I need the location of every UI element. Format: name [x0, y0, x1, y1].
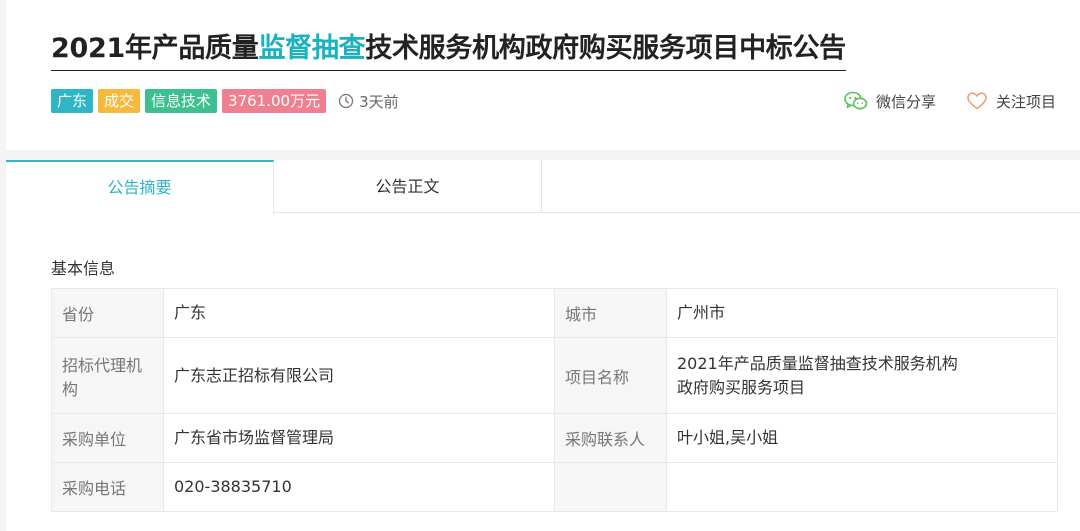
wechat-icon [844, 91, 868, 110]
table-row: 招标代理机构 广东志正招标有限公司 项目名称 2021年产品质量监督抽查技术服务… [51, 337, 1058, 414]
contact-label: 采购联系人 [554, 413, 667, 463]
tag-row: 广东 成交 信息技术 3761.00万元 3天前 [51, 88, 399, 114]
notice-title: 2021年产品质量监督抽查技术服务机构政府购买服务项目中标公告 [51, 30, 846, 71]
tab-bar: 公告摘要 公告正文 [6, 160, 1080, 214]
heart-icon [967, 92, 987, 110]
category-tag: 信息技术 [145, 89, 218, 113]
title-part-1: 2021年产品质量 [51, 33, 259, 64]
contact-value: 叶小姐,吴小姐 [666, 413, 1058, 463]
city-label: 城市 [554, 288, 667, 338]
section-title: 基本信息 [51, 259, 116, 278]
tab-summary[interactable]: 公告摘要 [6, 160, 274, 214]
empty-label-cell [554, 462, 667, 512]
province-label: 省份 [51, 288, 164, 338]
table-row: 省份 广东 城市 广州市 [51, 288, 1058, 338]
basic-info-table: 省份 广东 城市 广州市 招标代理机构 广东志正招标有限公司 项目名称 2021… [51, 288, 1058, 512]
project-name-label: 项目名称 [554, 337, 667, 414]
empty-value-cell [666, 462, 1058, 512]
publish-time-text: 3天前 [359, 92, 399, 111]
tab-notice-body[interactable]: 公告正文 [274, 160, 542, 213]
buyer-label: 采购单位 [51, 413, 164, 463]
region-tag: 广东 [51, 89, 94, 113]
follow-project-label: 关注项目 [995, 92, 1056, 111]
project-name-line-2: 政府购买服务项目 [677, 377, 806, 397]
notice-header: 2021年产品质量监督抽查技术服务机构政府购买服务项目中标公告 广东 成交 信息… [6, 0, 1080, 150]
phone-value: 020-38835710 [163, 462, 555, 512]
wechat-share-button[interactable]: 微信分享 [844, 91, 936, 112]
follow-project-button[interactable]: 关注项目 [966, 91, 1056, 112]
agency-label: 招标代理机构 [51, 337, 164, 414]
province-value: 广东 [163, 288, 555, 338]
agency-value: 广东志正招标有限公司 [163, 337, 555, 414]
status-tag: 成交 [98, 89, 141, 113]
publish-time: 3天前 [338, 91, 399, 112]
phone-label: 采购电话 [51, 462, 164, 512]
title-part-2: 技术服务机构政府购买服务项目中标公告 [365, 33, 846, 64]
table-row: 采购电话 020-38835710 [51, 462, 1058, 512]
project-name-value: 2021年产品质量监督抽查技术服务机构 政府购买服务项目 [666, 337, 1058, 414]
table-row: 采购单位 广东省市场监督管理局 采购联系人 叶小姐,吴小姐 [51, 413, 1058, 463]
clock-icon [338, 93, 354, 109]
title-highlight: 监督抽查 [258, 33, 366, 64]
header-actions: 微信分享 关注项目 [844, 88, 1056, 114]
amount-tag: 3761.00万元 [222, 89, 327, 113]
city-value: 广州市 [666, 288, 1058, 338]
project-name-line-1: 2021年产品质量监督抽查技术服务机构 [677, 353, 958, 373]
buyer-value: 广东省市场监督管理局 [163, 413, 555, 463]
notice-content: 公告摘要 公告正文 基本信息 省份 广东 城市 广州市 招标代理机构 广东志正招… [6, 160, 1080, 531]
wechat-share-label: 微信分享 [875, 92, 936, 111]
